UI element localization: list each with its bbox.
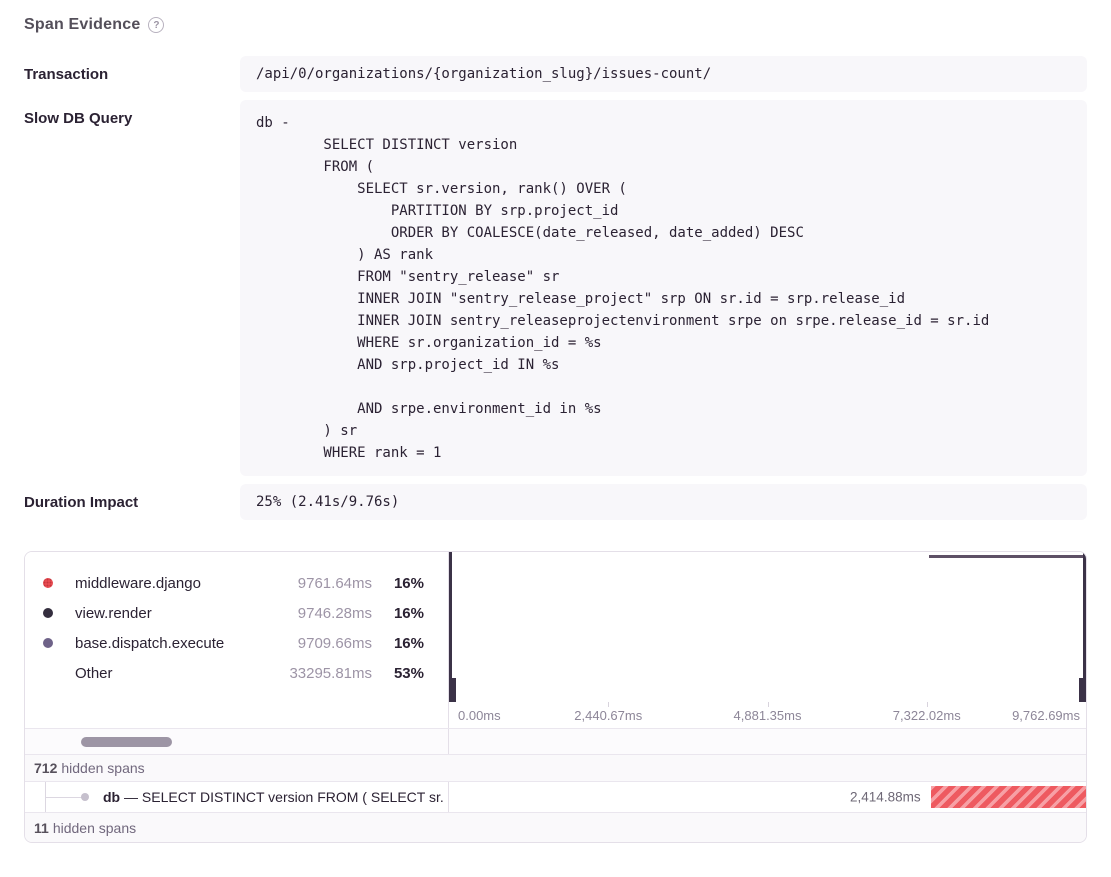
span-row-duration-cell: 2,414.88ms xyxy=(449,782,1086,812)
hidden-spans-label: hidden spans xyxy=(53,820,136,836)
axis-tick-label: 9,762.69ms xyxy=(1012,708,1080,723)
axis-left-spacer xyxy=(25,702,449,728)
transaction-row: Transaction /api/0/organizations/{organi… xyxy=(24,56,1087,92)
legend-duration: 9746.28ms xyxy=(280,605,372,622)
ops-legend: middleware.django 9761.64ms 16% view.ren… xyxy=(25,552,449,702)
scrollbar-thumb[interactable] xyxy=(81,737,172,747)
legend-percent: 53% xyxy=(372,665,424,682)
legend-row-base-dispatch-execute: base.dispatch.execute 9709.66ms 16% xyxy=(43,628,424,658)
section-header: Span Evidence ? xyxy=(24,16,1087,34)
minimap-right-grip[interactable] xyxy=(1079,678,1086,702)
legend-duration: 9761.64ms xyxy=(280,575,372,592)
duration-impact-row: Duration Impact 25% (2.41s/9.76s) xyxy=(24,484,1087,520)
transaction-value: /api/0/organizations/{organization_slug}… xyxy=(240,56,1087,92)
legend-duration: 9709.66ms xyxy=(280,635,372,652)
minimap-span-bar xyxy=(929,555,1084,558)
span-tree-panel: middleware.django 9761.64ms 16% view.ren… xyxy=(24,551,1087,843)
minimap-section: middleware.django 9761.64ms 16% view.ren… xyxy=(25,552,1086,702)
legend-label: view.render xyxy=(75,605,280,622)
minimap-left-grip[interactable] xyxy=(449,678,456,702)
span-row-description-cell[interactable]: db — SELECT DISTINCT version FROM ( SELE… xyxy=(25,782,449,812)
legend-dot-icon xyxy=(43,608,53,618)
axis-tick-label: 7,322.02ms xyxy=(893,708,961,723)
slow-db-query-row: Slow DB Query db - SELECT DISTINCT versi… xyxy=(24,100,1087,476)
legend-dot-icon xyxy=(43,578,53,588)
legend-percent: 16% xyxy=(372,575,424,592)
scrollbar-right-spacer xyxy=(449,729,1086,754)
scrollbar-track[interactable] xyxy=(25,729,449,754)
slow-db-query-value: db - SELECT DISTINCT version FROM ( SELE… xyxy=(240,100,1087,476)
span-row-db[interactable]: db — SELECT DISTINCT version FROM ( SELE… xyxy=(25,782,1086,813)
span-evidence-section: Span Evidence ? Transaction /api/0/organ… xyxy=(0,0,1111,843)
slow-db-query-label: Slow DB Query xyxy=(24,100,240,476)
span-description: db — SELECT DISTINCT version FROM ( SELE… xyxy=(103,789,444,805)
page-title: Span Evidence xyxy=(24,16,140,34)
legend-row-other: Other 33295.81ms 53% xyxy=(43,658,424,688)
axis-tickmark xyxy=(927,702,928,707)
legend-row-view-render: view.render 9746.28ms 16% xyxy=(43,598,424,628)
time-axis-row: 0.00ms 2,440.67ms 4,881.35ms 7,322.02ms … xyxy=(25,702,1086,729)
scrollbar-row xyxy=(25,729,1086,755)
legend-percent: 16% xyxy=(372,605,424,622)
hidden-spans-after[interactable]: 11 hidden spans xyxy=(25,813,1086,842)
legend-label: base.dispatch.execute xyxy=(75,635,280,652)
tree-connector-horizontal xyxy=(45,797,85,798)
hidden-spans-before[interactable]: 712 hidden spans xyxy=(25,755,1086,782)
minimap-right-handle[interactable] xyxy=(1083,552,1086,702)
tree-node-icon xyxy=(81,793,89,801)
legend-label: Other xyxy=(75,665,280,682)
hidden-spans-count: 712 xyxy=(34,760,57,776)
hidden-spans-label: hidden spans xyxy=(61,760,144,776)
time-axis: 0.00ms 2,440.67ms 4,881.35ms 7,322.02ms … xyxy=(449,702,1086,728)
axis-tickmark xyxy=(608,702,609,707)
hidden-spans-count: 11 xyxy=(34,820,49,836)
legend-label: middleware.django xyxy=(75,575,280,592)
span-duration: 2,414.88ms xyxy=(850,790,921,805)
axis-tick-label: 4,881.35ms xyxy=(734,708,802,723)
span-duration-bar[interactable] xyxy=(931,786,1086,808)
duration-impact-label: Duration Impact xyxy=(24,484,240,520)
span-separator: — xyxy=(124,789,138,805)
axis-tickmark xyxy=(768,702,769,707)
span-query-text: SELECT DISTINCT version FROM ( SELECT sr… xyxy=(142,789,444,805)
trace-minimap xyxy=(449,552,1086,702)
legend-duration: 33295.81ms xyxy=(280,665,372,682)
legend-percent: 16% xyxy=(372,635,424,652)
axis-tick-label: 2,440.67ms xyxy=(574,708,642,723)
transaction-label: Transaction xyxy=(24,56,240,92)
help-icon[interactable]: ? xyxy=(148,17,164,33)
legend-row-middleware-django: middleware.django 9761.64ms 16% xyxy=(43,568,424,598)
legend-dot-icon xyxy=(43,638,53,648)
minimap-left-handle[interactable] xyxy=(449,552,452,702)
span-op: db xyxy=(103,789,120,805)
axis-tick-label: 0.00ms xyxy=(458,708,501,723)
duration-impact-value: 25% (2.41s/9.76s) xyxy=(240,484,1087,520)
